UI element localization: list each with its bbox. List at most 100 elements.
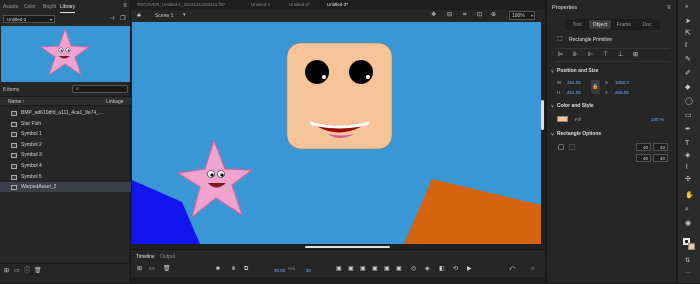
tab-untitled-2[interactable]: Untitled-2* — [289, 2, 310, 7]
radius-top-right[interactable]: 40 — [653, 143, 668, 151]
library-item[interactable]: Symbol 1 — [0, 129, 131, 139]
align-icon[interactable]: ⊟ — [447, 12, 452, 18]
delete-icon[interactable]: 🗑 — [34, 268, 42, 274]
stage[interactable] — [132, 22, 541, 244]
chevron-down-icon[interactable]: ˅ — [551, 104, 554, 110]
hand-tool-icon[interactable]: ✋ — [685, 192, 694, 199]
swap-colors-icon[interactable]: ⇅ — [685, 258, 690, 264]
starfish[interactable] — [177, 139, 253, 218]
snap-icon[interactable]: ⌗ — [463, 12, 466, 18]
chevron-down-icon[interactable]: ˅ — [551, 132, 554, 138]
lasso-tool-icon[interactable]: ℓ — [685, 42, 687, 49]
bone-tool-icon[interactable]: ✣ — [685, 176, 691, 183]
chevron-down-icon[interactable]: ˅ — [551, 69, 554, 75]
motion-icon[interactable]: ▣ — [384, 266, 390, 272]
attach-icon[interactable]: ⧉ — [244, 266, 248, 272]
tab-recover[interactable]: RECOVER_Untitled-1_20231211153111.fla* — [137, 2, 225, 7]
paint-bucket-icon[interactable]: ◈ — [685, 152, 690, 159]
more-tools-icon[interactable]: ··· — [685, 270, 691, 276]
lock-ratio-icon[interactable]: 🔒 — [591, 80, 600, 94]
library-item[interactable]: Symbol 3 — [0, 150, 131, 160]
library-item[interactable]: Star Fish — [0, 119, 131, 129]
library-item-selected[interactable]: WarpedAsset_2 — [0, 182, 131, 192]
zoom-timeline-icon[interactable]: ○ — [531, 266, 535, 272]
tab-bright[interactable]: Bright — [43, 4, 56, 10]
frame-value[interactable]: 30 — [306, 268, 311, 273]
corner-individual-icon[interactable]: ⬚ — [568, 143, 576, 151]
tab-color[interactable]: Color — [24, 4, 36, 10]
eraser-tool-icon[interactable]: ◆ — [685, 84, 690, 91]
tween-icon[interactable]: ▣ — [372, 266, 378, 272]
subselection-tool-icon[interactable]: ⇱ — [685, 30, 691, 37]
tab-output[interactable]: Output — [160, 254, 175, 260]
eyedropper-tool-icon[interactable]: ⌇ — [685, 164, 688, 171]
blue-shape[interactable] — [132, 180, 200, 244]
oval-tool-icon[interactable]: ◯ — [685, 98, 693, 105]
shape-tween-icon[interactable]: ▣ — [396, 266, 402, 272]
edit-symbols-icon[interactable]: ❖ — [431, 12, 436, 18]
pen-tool-icon[interactable]: ✒ — [685, 126, 691, 133]
align-left-icon[interactable]: ⊫ — [558, 52, 563, 58]
library-item[interactable]: BMP_ad610dfd_a111_4ca1_9e74_... — [0, 108, 131, 118]
align-bottom-icon[interactable]: ⊥ — [618, 52, 623, 58]
column-name[interactable]: Name — [8, 99, 21, 105]
library-search-input[interactable]: ⌕ — [72, 85, 128, 93]
new-library-icon[interactable]: ❐ — [119, 15, 127, 23]
properties-icon[interactable]: ⓘ — [24, 268, 30, 274]
tab-frame[interactable]: Frame — [613, 20, 635, 29]
new-layer-icon[interactable]: ⊞ — [137, 266, 142, 272]
delete-icon[interactable]: 🗑 — [163, 266, 171, 272]
document-select[interactable]: Untitled-3 ▾ — [3, 15, 55, 23]
selection-tool-icon[interactable]: ➤ — [685, 18, 691, 25]
new-folder-icon[interactable]: ▭ — [149, 266, 155, 272]
orange-shape[interactable] — [404, 179, 541, 244]
fill-swatch[interactable] — [557, 116, 568, 122]
zoom-tool-icon[interactable]: ⌕ — [685, 206, 689, 213]
layer-depth-icon[interactable]: ⋔ — [231, 266, 236, 272]
frame-icon[interactable]: ▣ — [336, 266, 342, 272]
menu-icon[interactable]: ≡ — [122, 3, 128, 9]
menu-icon[interactable]: ≡ — [667, 5, 671, 11]
blank-keyframe-icon[interactable]: ▣ — [360, 266, 366, 272]
align-top-icon[interactable]: ⊤ — [603, 52, 608, 58]
y-value[interactable]: 206.05 — [615, 90, 629, 95]
rectangle-tool-icon[interactable]: ▭ — [685, 112, 692, 119]
tab-object[interactable]: Object — [589, 20, 611, 29]
collapse-icon[interactable]: » — [685, 4, 688, 10]
zoom-select[interactable]: 100% ▾ — [509, 11, 535, 20]
radius-bottom-left[interactable]: 40 — [636, 154, 651, 162]
edit-multiple-icon[interactable]: ◧ — [439, 266, 445, 272]
play-icon[interactable]: ▶ — [467, 266, 472, 272]
tab-untitled-3[interactable]: Untitled-3* — [327, 2, 348, 7]
radius-bottom-right[interactable]: 40 — [653, 154, 668, 162]
camera-tool-icon[interactable]: ◉ — [685, 220, 691, 227]
clip-icon[interactable]: ⊡ — [477, 12, 482, 18]
center-stage-icon[interactable]: ⊕ — [491, 12, 496, 18]
align-center-icon[interactable]: ⊪ — [573, 52, 578, 58]
loop-icon[interactable]: ⟲ — [453, 266, 458, 272]
face-rectangle[interactable] — [286, 42, 393, 150]
radius-top-left[interactable]: 40 — [636, 143, 651, 151]
align-right-icon[interactable]: ⊩ — [588, 52, 593, 58]
h-value[interactable]: 251.05 — [567, 90, 581, 95]
fill-color-swatch[interactable] — [688, 243, 695, 250]
keyframe-icon[interactable]: ▣ — [348, 266, 354, 272]
x-value[interactable]: 1058.3 — [615, 80, 629, 85]
library-item[interactable]: Symbol 2 — [0, 140, 131, 150]
tab-doc[interactable]: Doc — [637, 20, 657, 29]
onion-skin-icon[interactable]: ◎ — [411, 266, 416, 272]
library-item[interactable]: Symbol 5 — [0, 172, 131, 182]
brush-tool-icon[interactable]: ✐ — [685, 70, 691, 77]
tab-tool[interactable]: Tool — [567, 20, 587, 29]
tab-assets[interactable]: Assets — [3, 4, 18, 10]
vertical-scrollbar[interactable] — [541, 100, 544, 130]
text-tool-icon[interactable]: T — [685, 140, 689, 147]
center-playhead-icon[interactable]: ⤺ — [509, 266, 515, 272]
camera-icon[interactable]: ■ — [216, 266, 220, 272]
distribute-icon[interactable]: ⊞ — [633, 52, 638, 58]
fps-value[interactable]: 30.00 — [274, 268, 285, 273]
pencil-tool-icon[interactable]: ✎ — [685, 56, 691, 63]
w-value[interactable]: 251.05 — [567, 80, 581, 85]
onion-outline-icon[interactable]: ◈ — [425, 266, 430, 272]
new-folder-icon[interactable]: ▭ — [14, 268, 20, 274]
